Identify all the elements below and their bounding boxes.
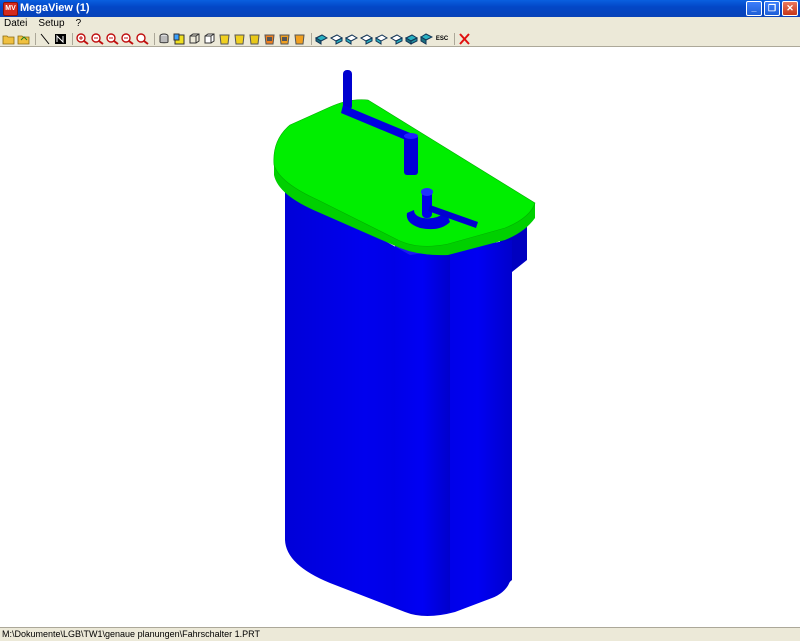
model-drawing [273, 70, 536, 616]
model-viewport[interactable] [0, 47, 800, 627]
toolbar: ESC [0, 31, 800, 47]
window-title: MegaView (1) [20, 2, 90, 14]
view-iso-6-icon[interactable] [390, 32, 403, 45]
view-iso-3-icon[interactable] [345, 32, 358, 45]
view-iso-2-icon[interactable] [330, 32, 343, 45]
shade-yellow-icon[interactable] [173, 32, 186, 45]
wire-box-icon[interactable] [188, 32, 201, 45]
hidden-line-icon[interactable] [203, 32, 216, 45]
toolbar-separator [311, 32, 312, 45]
menu-help[interactable]: ? [72, 17, 86, 31]
zoom-previous-icon[interactable] [106, 32, 119, 45]
close-red-x-icon[interactable] [458, 32, 471, 45]
view-iso-4-icon[interactable] [360, 32, 373, 45]
view-iso-8-icon[interactable] [420, 32, 433, 45]
file-path: M:\Dokumente\LGB\TW1\genaue planungen\Fa… [2, 629, 260, 639]
menu-datei[interactable]: Datei [0, 17, 31, 31]
n-tool-icon[interactable] [54, 32, 67, 45]
maximize-button[interactable]: ❐ [764, 1, 780, 16]
yellow-cup-icon[interactable] [218, 32, 231, 45]
toolbar-separator [35, 32, 36, 45]
view-iso-5-icon[interactable] [375, 32, 388, 45]
toolbar-separator [454, 32, 455, 45]
view-iso-7-icon[interactable] [405, 32, 418, 45]
save-folder-icon[interactable] [17, 32, 30, 45]
orange-cup-3-icon[interactable] [293, 32, 306, 45]
zoom-in-icon[interactable] [76, 32, 89, 45]
view-iso-1-icon[interactable] [315, 32, 328, 45]
menu-setup[interactable]: Setup [34, 17, 68, 31]
status-bar: M:\Dokumente\LGB\TW1\genaue planungen\Fa… [0, 627, 800, 641]
vertical-lever [343, 70, 352, 110]
app-icon[interactable]: MV [3, 2, 18, 16]
orange-cup-2-icon[interactable] [278, 32, 291, 45]
crank-knob [404, 135, 418, 175]
zoom-all-icon[interactable] [136, 32, 149, 45]
open-folder-icon[interactable] [2, 32, 15, 45]
title-bar[interactable]: MV MegaView (1) _ ❐ ✕ [0, 0, 800, 17]
zoom-window-icon[interactable] [121, 32, 134, 45]
yellow-cup-3-icon[interactable] [248, 32, 261, 45]
zoom-out-icon[interactable] [91, 32, 104, 45]
yellow-cup-2-icon[interactable] [233, 32, 246, 45]
line-tool-icon[interactable] [39, 32, 52, 45]
esc-icon[interactable]: ESC [435, 32, 449, 45]
esc-label: ESC [435, 35, 449, 42]
minimize-button[interactable]: _ [746, 1, 762, 16]
orange-cup-icon[interactable] [263, 32, 276, 45]
close-button[interactable]: ✕ [782, 1, 798, 16]
toolbar-separator [154, 32, 155, 45]
toolbar-separator [72, 32, 73, 45]
tank-front-edge [395, 245, 450, 615]
cylinder-view-icon[interactable] [158, 32, 171, 45]
menu-bar: Datei Setup ? [0, 17, 800, 31]
